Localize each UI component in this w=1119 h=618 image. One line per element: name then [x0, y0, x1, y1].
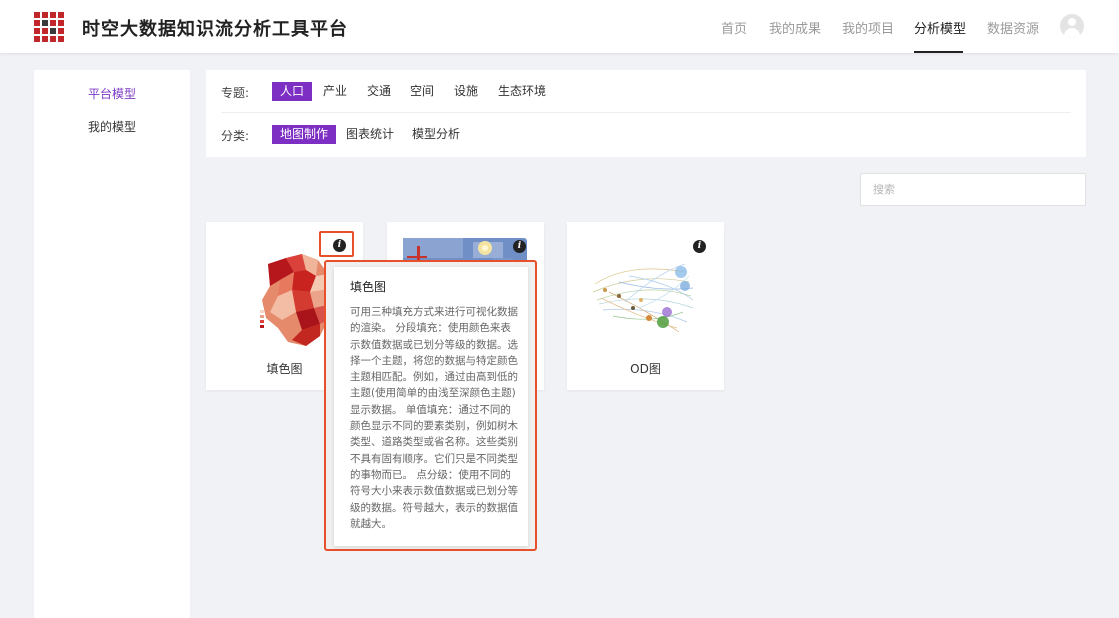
info-icon-highlight [319, 231, 354, 257]
top-header: 时空大数据知识流分析工具平台 首页 我的成果 我的项目 分析模型 数据资源 [0, 0, 1119, 53]
logo-icon[interactable] [34, 12, 64, 42]
info-icon[interactable]: i [513, 240, 526, 253]
tooltip-content: 填色图 可用三种填充方式来进行可视化数据的渲染。 分段填充：使用颜色来表示数值数… [334, 267, 528, 546]
topic-chip-space[interactable]: 空间 [402, 82, 442, 101]
info-icon[interactable]: i [693, 240, 706, 253]
sidebar: 平台模型 我的模型 [34, 70, 190, 618]
topic-chip-population[interactable]: 人口 [272, 82, 313, 101]
nav-item-my-projects[interactable]: 我的项目 [842, 18, 894, 37]
tooltip-body: 可用三种填充方式来进行可视化数据的渲染。 分段填充：使用颜色来表示数值数据或已划… [350, 306, 518, 530]
nav-item-data-resources[interactable]: 数据资源 [987, 18, 1039, 37]
model-card-od-map[interactable]: i OD图 [567, 222, 724, 390]
filter-panel: 专题: 人口 产业 交通 空间 设施 生态环境 分类: 地图制作 图表统计 模型… [206, 70, 1086, 157]
sidebar-item-my-models[interactable]: 我的模型 [34, 118, 190, 135]
nav-item-home[interactable]: 首页 [721, 18, 747, 37]
nav-item-analysis-models[interactable]: 分析模型 [914, 18, 966, 37]
user-avatar-icon[interactable] [1060, 14, 1084, 38]
filter-divider [221, 112, 1071, 113]
topic-chip-ecology[interactable]: 生态环境 [490, 82, 554, 101]
card-label: OD图 [630, 362, 661, 376]
topic-chip-facilities[interactable]: 设施 [446, 82, 486, 101]
category-chip-model-analysis[interactable]: 模型分析 [404, 125, 468, 144]
info-tooltip: 填色图 可用三种填充方式来进行可视化数据的渲染。 分段填充：使用颜色来表示数值数… [324, 260, 537, 551]
search-input[interactable] [860, 173, 1086, 206]
topic-chip-transport[interactable]: 交通 [359, 82, 399, 101]
od-flow-map-thumbnail [592, 263, 694, 333]
topic-filter-label: 专题: [221, 86, 250, 100]
category-chip-map-making[interactable]: 地图制作 [272, 125, 337, 144]
nav-active-indicator [914, 51, 963, 53]
app-title: 时空大数据知识流分析工具平台 [82, 19, 348, 40]
nav-item-my-results[interactable]: 我的成果 [769, 18, 821, 37]
category-filter-label: 分类: [221, 129, 250, 143]
tooltip-title: 填色图 [350, 280, 387, 294]
sidebar-item-platform-models[interactable]: 平台模型 [34, 85, 190, 102]
category-chip-chart-statistics[interactable]: 图表统计 [338, 125, 402, 144]
topic-chip-industry[interactable]: 产业 [315, 82, 355, 101]
